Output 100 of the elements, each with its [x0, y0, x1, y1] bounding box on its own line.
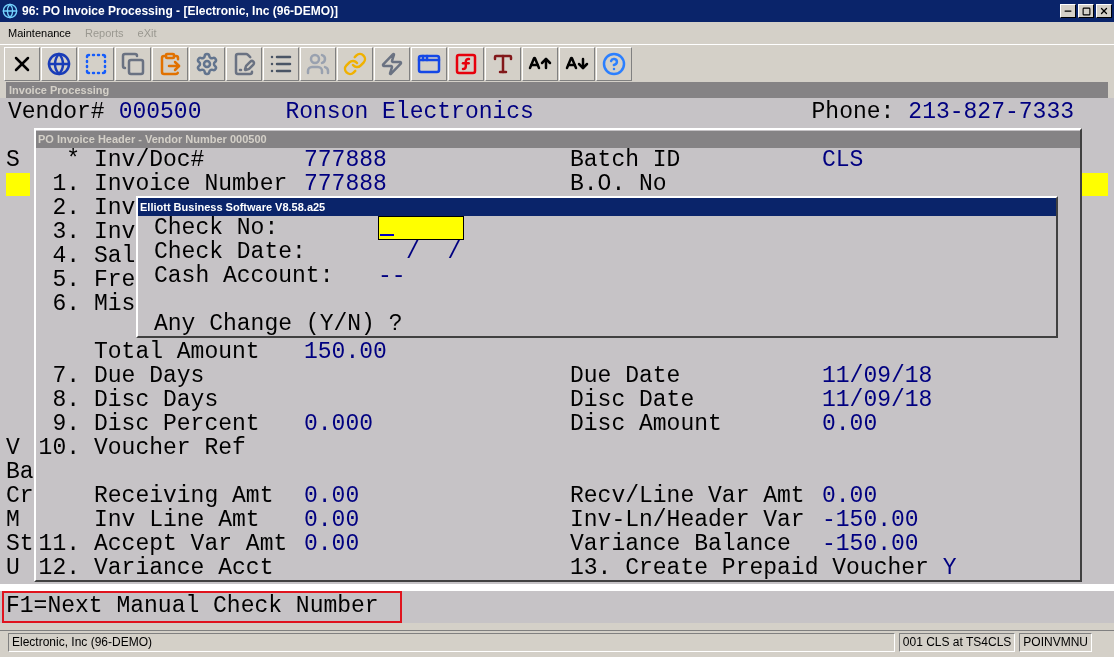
globe-icon [47, 51, 71, 76]
background-label: Ba [6, 459, 34, 485]
highlight-bar [6, 172, 30, 196]
field-label: Inv-Ln/Header Var [570, 507, 805, 533]
toolbar-button[interactable] [4, 46, 40, 81]
toolbar-button[interactable] [263, 46, 299, 81]
field-label: Fre [94, 267, 136, 293]
field-number: 1. [52, 172, 80, 196]
chain-link-icon [343, 51, 367, 76]
field-value: 0.00 [304, 531, 360, 557]
field-label: Inv/Doc# [94, 147, 205, 173]
maximize-icon [1081, 6, 1091, 16]
dashed-square-icon [84, 51, 108, 76]
field-value: 0.00 [822, 412, 878, 436]
field-value: 150.00 [304, 339, 387, 365]
field-number: 12. [38, 556, 80, 580]
toolbar-button[interactable] [559, 46, 595, 81]
field-label: Invoice Number [94, 171, 288, 197]
field-number: 7. [52, 364, 80, 388]
toolbar-button[interactable] [522, 46, 558, 81]
background-label: M [6, 507, 20, 533]
close-button[interactable] [1096, 4, 1112, 18]
users-icon [306, 51, 330, 76]
field-value: 0.00 [304, 507, 360, 533]
field-number: 4. [52, 244, 80, 268]
field-label: Inv [94, 195, 136, 221]
field-label: B.O. No [570, 171, 667, 197]
dialog-prompt: Any Change (Y/N) ? [154, 311, 403, 337]
vendor-name: Ronson Electronics [285, 100, 534, 124]
field-number: 11. [38, 532, 80, 556]
field-label: Disc Days [94, 387, 219, 413]
field-label: Inv Line Amt [94, 507, 260, 533]
toolbar-button[interactable] [411, 46, 447, 81]
maximize-button[interactable] [1078, 4, 1094, 18]
field-value: 11/09/18 [822, 388, 933, 412]
background-label: U [6, 555, 20, 581]
vendor-number: 000500 [118, 100, 202, 124]
window-title: PO Invoice Header - Vendor Number 000500 [38, 132, 267, 148]
field-value: 777888 [304, 147, 387, 173]
phone-number: 213-827-7333 [908, 100, 1074, 124]
background-label: Cr [6, 483, 34, 509]
field-number: 10. [38, 436, 80, 460]
field-value: 777888 [304, 171, 387, 197]
field-label: 13. Create Prepaid Voucher [570, 555, 929, 581]
field-value: CLS [822, 148, 864, 172]
pencil-document-icon [232, 51, 256, 76]
field-value: 0.00 [822, 484, 878, 508]
app-globe-icon [2, 3, 18, 19]
field-label: Due Date [570, 363, 681, 389]
field-label: Variance Acct [94, 555, 274, 581]
field-label: Mis [94, 291, 136, 317]
toolbar-button[interactable] [485, 46, 521, 81]
field-label: Variance Balance [570, 531, 791, 557]
field-label: Voucher Ref [94, 435, 246, 461]
field-value: -150.00 [822, 532, 919, 556]
field-number: 2. [52, 196, 80, 220]
background-label: V [6, 435, 20, 461]
field-label: Accept Var Amt [94, 531, 288, 557]
background-label: S [6, 147, 20, 173]
field-value: Y [942, 556, 957, 580]
help-message: F1=Next Manual Check Number [2, 591, 402, 623]
close-icon [1099, 6, 1109, 16]
status-panel: Electronic, Inc (96-DEMO) [8, 633, 895, 652]
field-label: Disc Percent [94, 411, 260, 437]
background-label: St [6, 531, 34, 557]
field-number: 3. [52, 220, 80, 244]
vendor-label: Vendor# [8, 100, 105, 124]
toolbar-button[interactable] [41, 46, 77, 81]
field-value: 11/09/18 [822, 364, 933, 388]
panel-title: Invoice Processing [9, 82, 110, 98]
lightning-icon [380, 51, 404, 76]
field-value: -- [378, 264, 406, 288]
field-number: * [66, 148, 80, 172]
field-label: Disc Amount [570, 411, 722, 437]
field-value: 0.00 [304, 483, 360, 509]
field-label: Receiving Amt [94, 483, 274, 509]
field-label: Disc Date [570, 387, 695, 413]
field-number: 6. [52, 292, 80, 316]
check-number-input[interactable] [378, 216, 464, 240]
menu-item[interactable]: Maintenance [8, 24, 71, 42]
field-number: 5. [52, 268, 80, 292]
status-panel: POINVMNU [1019, 633, 1092, 652]
field-label: Recv/Line Var Amt [570, 483, 805, 509]
field-label: Check Date: [154, 239, 306, 265]
clipboard-icon [158, 51, 182, 76]
field-label: Due Days [94, 363, 205, 389]
copy-icon [121, 51, 145, 76]
function-icon [454, 51, 478, 76]
minimize-button[interactable] [1060, 4, 1076, 18]
field-label: Cash Account: [154, 263, 334, 289]
text-cursor [380, 234, 394, 236]
dialog-title: Elliott Business Software V8.58.a25 [140, 199, 326, 215]
highlight-bar [1082, 173, 1108, 196]
field-label: Batch ID [570, 147, 681, 173]
status-panel: 001 CLS at TS4CLS [898, 633, 1016, 652]
field-label: Sal [94, 243, 136, 269]
field-number: 9. [52, 412, 80, 436]
help-icon [602, 51, 626, 76]
window-title: 96: PO Invoice Processing - [Electronic, Inc (96-DEMO)] [22, 3, 339, 20]
settings-icon [195, 51, 219, 76]
